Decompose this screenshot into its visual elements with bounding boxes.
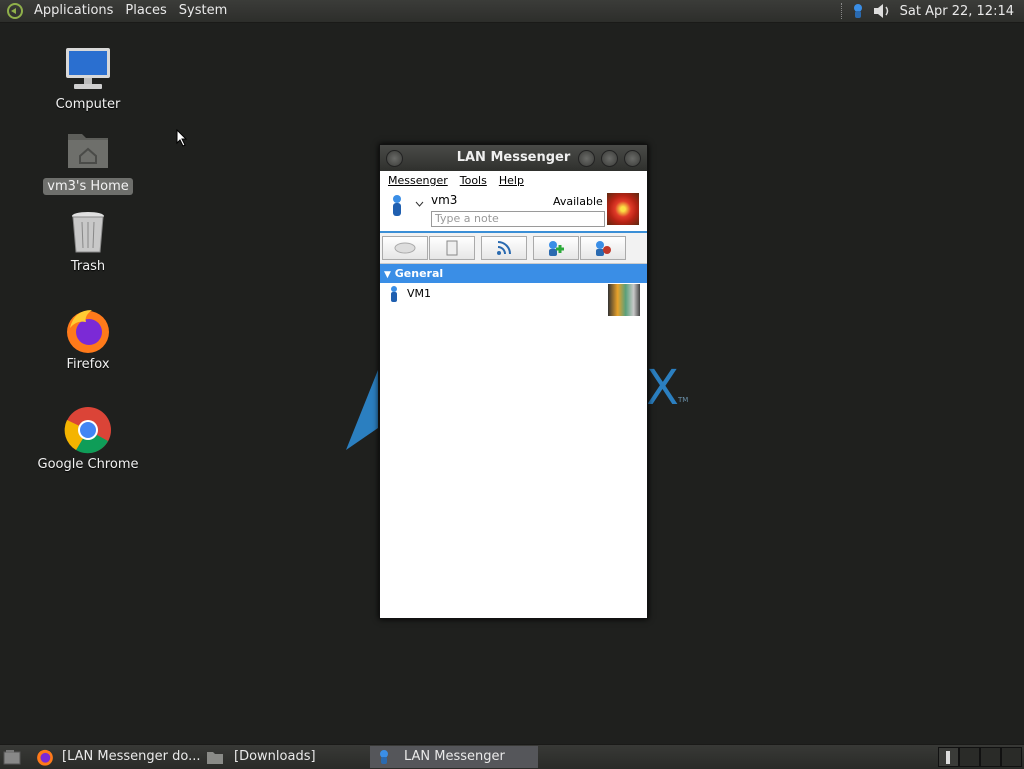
user-name[interactable]: vm3 <box>431 193 457 207</box>
settings-button[interactable] <box>580 236 626 260</box>
window-menu-button[interactable] <box>386 150 403 167</box>
add-contact-button[interactable] <box>533 236 579 260</box>
toolbar <box>380 233 647 264</box>
workspace-2[interactable] <box>959 747 980 767</box>
window-titlebar[interactable]: LAN Messenger <box>380 145 647 171</box>
desktop-icon-label: Computer <box>55 97 121 112</box>
home-folder-icon <box>64 128 112 176</box>
desktop-icon-label: Google Chrome <box>37 457 139 472</box>
tray-separator <box>840 3 844 19</box>
lan-messenger-icon <box>380 750 388 764</box>
broadcast-icon <box>497 241 511 255</box>
task-lan-messenger-window[interactable]: LAN Messenger <box>370 746 538 768</box>
user-status-area: vm3 Available Type a note <box>380 189 647 233</box>
clock[interactable]: Sat Apr 22, 12:14 <box>894 4 1024 19</box>
contact-avatar <box>608 284 640 316</box>
menu-messenger-label: Messenger <box>388 173 448 187</box>
group-header-general[interactable]: ▼ General <box>380 264 647 283</box>
menu-help[interactable]: Help <box>495 174 532 187</box>
chat-button[interactable] <box>382 236 428 260</box>
system-tray: Sat Apr 22, 12:14 <box>840 0 1024 22</box>
desktop-icon-firefox[interactable]: Firefox <box>28 306 148 373</box>
wallpaper-logo-shape <box>346 370 378 450</box>
task-label: [LAN Messenger do... <box>62 749 201 764</box>
send-file-button[interactable] <box>429 236 475 260</box>
top-panel: Applications Places System Sat Apr 22, 1… <box>0 0 1024 23</box>
user-avatar[interactable] <box>607 193 639 225</box>
file-icon <box>446 240 458 256</box>
task-label: LAN Messenger <box>404 749 505 764</box>
chat-icon <box>394 242 416 254</box>
trash-icon <box>64 208 112 256</box>
mouse-cursor-icon <box>176 129 188 147</box>
user-status-text[interactable]: Available <box>553 195 603 208</box>
wallpaper-logo-tm: TM <box>678 396 689 404</box>
distro-logo-icon[interactable] <box>6 2 24 20</box>
status-dropdown-chevron-icon[interactable] <box>415 201 424 207</box>
desktop-icon-label: vm3's Home <box>43 178 133 195</box>
lan-messenger-window: LAN Messenger Messenger Tools Help vm3 A… <box>379 144 648 619</box>
group-name: General <box>394 267 444 280</box>
menu-help-label: Help <box>498 173 524 187</box>
lan-messenger-tray-icon[interactable] <box>850 3 866 19</box>
desktop-icon-trash[interactable]: Trash <box>28 208 148 275</box>
firefox-icon <box>37 749 53 766</box>
desktop-icon-label: Trash <box>70 259 106 274</box>
bottom-panel: [LAN Messenger do... [Downloads] LAN Mes… <box>0 744 1024 769</box>
applications-menu[interactable]: Applications <box>28 0 119 22</box>
desktop-icon-chrome[interactable]: Google Chrome <box>28 406 148 473</box>
group-expand-icon: ▼ <box>384 270 391 280</box>
menu-tools-label: Tools <box>459 173 487 187</box>
wallpaper-logo-letter: X <box>646 360 679 416</box>
desktop-icon-computer[interactable]: Computer <box>28 46 148 113</box>
desktop-icon-label: Firefox <box>66 357 110 372</box>
chrome-icon <box>64 406 112 454</box>
settings-icon <box>596 241 611 256</box>
workspace-3[interactable] <box>980 747 1001 767</box>
user-status-icon[interactable] <box>390 195 404 217</box>
workspace-switcher[interactable] <box>938 747 1022 767</box>
menu-messenger[interactable]: Messenger <box>384 174 456 187</box>
contact-status-icon <box>391 286 397 302</box>
firefox-icon <box>64 306 112 354</box>
task-firefox-window[interactable]: [LAN Messenger do... <box>32 746 202 768</box>
workspace-4[interactable] <box>1001 747 1022 767</box>
window-menubar: Messenger Tools Help <box>380 171 647 189</box>
system-menu[interactable]: System <box>173 0 233 22</box>
task-downloads-window[interactable]: [Downloads] <box>202 746 368 768</box>
minimize-button[interactable] <box>578 150 595 167</box>
volume-icon[interactable] <box>872 2 894 20</box>
contact-row[interactable]: VM1 <box>380 283 647 317</box>
show-desktop-icon[interactable] <box>3 749 21 765</box>
places-menu[interactable]: Places <box>119 0 172 22</box>
maximize-button[interactable] <box>601 150 618 167</box>
add-contact-icon <box>549 241 564 256</box>
window-title: LAN Messenger <box>456 150 571 165</box>
contact-name: VM1 <box>407 287 432 300</box>
menu-tools[interactable]: Tools <box>456 174 495 187</box>
note-input[interactable]: Type a note <box>431 211 605 227</box>
workspace-1[interactable] <box>938 747 959 767</box>
computer-icon <box>64 46 112 94</box>
folder-icon <box>207 752 223 764</box>
close-button[interactable] <box>624 150 641 167</box>
broadcast-button[interactable] <box>481 236 527 260</box>
desktop-icon-home[interactable]: vm3's Home <box>28 128 148 195</box>
workspace-window-marker <box>946 751 950 764</box>
task-label: [Downloads] <box>234 749 316 764</box>
